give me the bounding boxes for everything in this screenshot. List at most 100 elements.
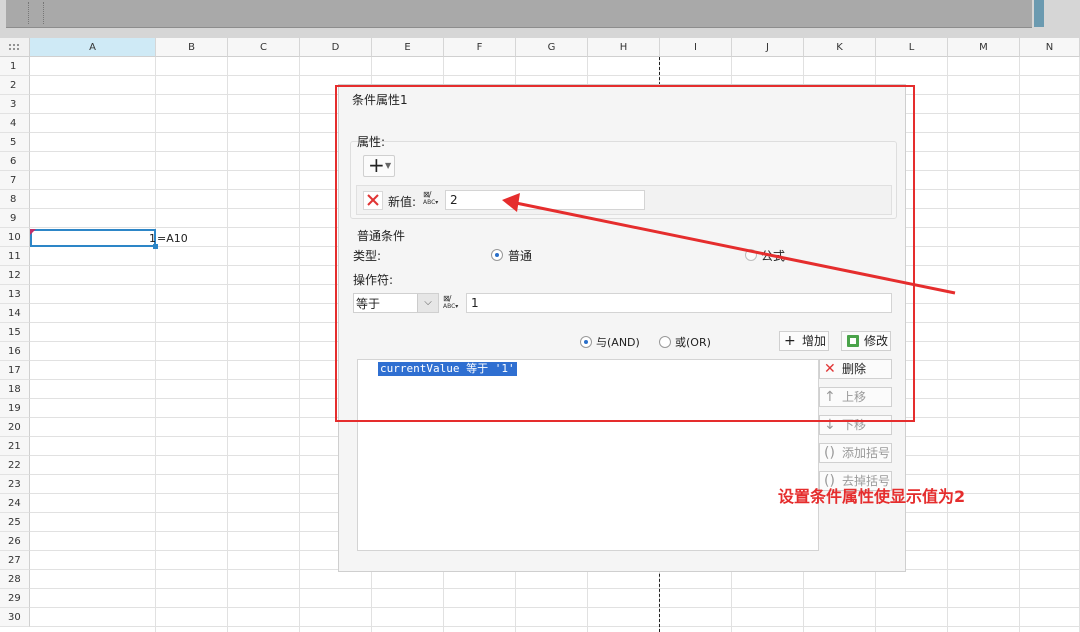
cell-a10[interactable]: 1: [30, 229, 158, 249]
row-header-21[interactable]: 21: [0, 437, 30, 456]
row-header-26[interactable]: 26: [0, 532, 30, 551]
condition-list-item[interactable]: currentValue 等于 '1': [378, 362, 517, 376]
gridline: [30, 75, 1080, 76]
column-header-g[interactable]: G: [516, 38, 588, 57]
attributes-group-label: 属性:: [357, 135, 386, 149]
row-header-20[interactable]: 20: [0, 418, 30, 437]
row-header-15[interactable]: 15: [0, 323, 30, 342]
logic-and-radio[interactable]: [580, 336, 592, 348]
type-label: 类型:: [353, 249, 382, 263]
gridline: [30, 626, 1080, 627]
logic-and-label[interactable]: 与(AND): [596, 334, 640, 350]
plus-icon: +: [368, 153, 385, 177]
row-header-11[interactable]: 11: [0, 247, 30, 266]
row-header-18[interactable]: 18: [0, 380, 30, 399]
type-normal-radio[interactable]: [491, 249, 503, 261]
type-formula-radio[interactable]: [745, 249, 757, 261]
type-normal-label[interactable]: 普通: [508, 247, 532, 264]
column-header-e[interactable]: E: [372, 38, 444, 57]
row-header-9[interactable]: 9: [0, 209, 30, 228]
row-header-22[interactable]: 22: [0, 456, 30, 475]
row-header-24[interactable]: 24: [0, 494, 30, 513]
column-header-j[interactable]: J: [732, 38, 804, 57]
row-header-17[interactable]: 17: [0, 361, 30, 380]
arrow-down-icon: ↓: [824, 417, 836, 433]
row-header-12[interactable]: 12: [0, 266, 30, 285]
add-bracket-button[interactable]: () 添加括号: [819, 443, 892, 463]
column-header-f[interactable]: F: [444, 38, 516, 57]
row-header-16[interactable]: 16: [0, 342, 30, 361]
row-header-13[interactable]: 13: [0, 285, 30, 304]
modify-button[interactable]: 修改: [841, 331, 891, 351]
gridline: [155, 57, 156, 632]
row-header-7[interactable]: 7: [0, 171, 30, 190]
row-header-29[interactable]: 29: [0, 589, 30, 608]
add-button[interactable]: + 增加: [779, 331, 829, 351]
gridline: [227, 57, 228, 632]
gridline: [30, 588, 1080, 589]
column-header-l[interactable]: L: [876, 38, 948, 57]
gridline: [1019, 57, 1020, 632]
edit-icon: [846, 332, 860, 353]
abc-format-icon[interactable]: ⊠∕ ABC▾: [423, 191, 443, 209]
operator-value: 等于: [356, 297, 381, 311]
condition-list[interactable]: currentValue 等于 '1': [357, 359, 819, 551]
type-formula-label[interactable]: 公式: [761, 247, 785, 264]
new-value-row: 新值: ⊠∕ ABC▾ 2: [356, 185, 892, 215]
cell-b10-text[interactable]: =A10: [157, 231, 188, 246]
column-header-m[interactable]: M: [948, 38, 1020, 57]
row-header-4[interactable]: 4: [0, 114, 30, 133]
operand-input[interactable]: 1: [466, 293, 892, 313]
dialog-title: 条件属性1: [352, 93, 408, 107]
row-header-5[interactable]: 5: [0, 133, 30, 152]
column-header-b[interactable]: B: [156, 38, 228, 57]
remove-attribute-button[interactable]: [363, 191, 383, 210]
delete-x-icon: ✕: [824, 361, 836, 377]
row-header-10[interactable]: 10: [0, 228, 30, 247]
chevron-down-icon: ⌵: [417, 294, 438, 312]
column-header-d[interactable]: D: [300, 38, 372, 57]
row-header-8[interactable]: 8: [0, 190, 30, 209]
grid-dots-icon: [8, 43, 20, 51]
column-header-i[interactable]: I: [660, 38, 732, 57]
toolbar-side-strip: [1034, 0, 1044, 27]
select-all-corner[interactable]: [0, 38, 30, 57]
arrow-up-icon: ↑: [824, 389, 836, 405]
operator-select[interactable]: 等于 ⌵: [353, 293, 439, 313]
abc-format-icon[interactable]: ⊠∕ ABC▾: [443, 295, 463, 313]
bracket-icon: (): [824, 445, 835, 461]
row-header-6[interactable]: 6: [0, 152, 30, 171]
annotation-text: 设置条件属性使显示值为2: [778, 487, 966, 506]
logic-or-radio[interactable]: [659, 336, 671, 348]
toolbar-grip[interactable]: [28, 2, 44, 24]
row-header-19[interactable]: 19: [0, 399, 30, 418]
add-attribute-button[interactable]: + ▼: [363, 153, 395, 177]
column-header-c[interactable]: C: [228, 38, 300, 57]
gridline: [30, 607, 1080, 608]
column-header-a[interactable]: A: [30, 38, 156, 57]
column-header-h[interactable]: H: [588, 38, 660, 57]
cell-condition-flag-icon: [30, 229, 36, 235]
gridline: [299, 57, 300, 632]
top-toolbar: [0, 0, 1080, 38]
row-header-2[interactable]: 2: [0, 76, 30, 95]
toolbar-strip: [6, 0, 1032, 28]
gridline: [947, 57, 948, 632]
row-header-14[interactable]: 14: [0, 304, 30, 323]
logic-or-label[interactable]: 或(OR): [675, 334, 711, 350]
column-header-k[interactable]: K: [804, 38, 876, 57]
new-value-input[interactable]: 2: [445, 190, 645, 210]
new-value-label: 新值:: [388, 195, 417, 209]
operator-label: 操作符:: [353, 273, 394, 287]
move-up-button[interactable]: ↑ 上移: [819, 387, 892, 407]
column-header-n[interactable]: N: [1020, 38, 1080, 57]
row-header-28[interactable]: 28: [0, 570, 30, 589]
row-header-27[interactable]: 27: [0, 551, 30, 570]
row-header-30[interactable]: 30: [0, 608, 30, 627]
delete-button[interactable]: ✕ 删除: [819, 359, 892, 379]
move-down-button[interactable]: ↓ 下移: [819, 415, 892, 435]
row-header-3[interactable]: 3: [0, 95, 30, 114]
row-header-23[interactable]: 23: [0, 475, 30, 494]
row-header-1[interactable]: 1: [0, 57, 30, 76]
row-header-25[interactable]: 25: [0, 513, 30, 532]
